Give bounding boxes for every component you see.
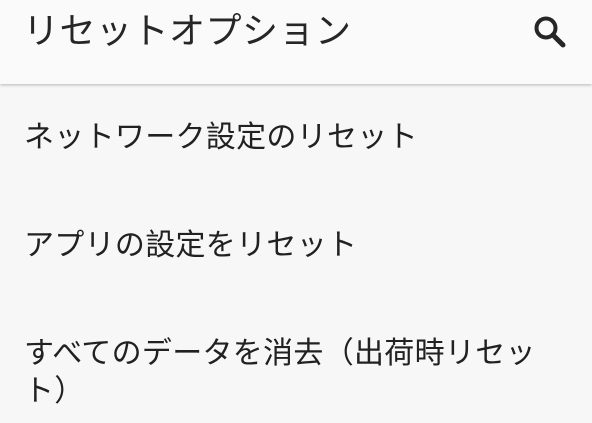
list-item-factory-reset[interactable]: すべてのデータを消去（出荷時リセット） [0,300,592,423]
list-item-label: すべてのデータを消去（出荷時リセット） [24,336,536,409]
app-bar: リセットオプション [0,0,592,84]
page-title: リセットオプション [23,11,352,52]
list-item-reset-network[interactable]: ネットワーク設定のリセット [0,84,592,192]
search-button[interactable] [524,6,576,58]
list-item-label: ネットワーク設定のリセット [24,120,418,155]
reset-options-screen: リセットオプション ネットワーク設定のリセット アプリの設定をリセット すべての… [0,0,592,423]
list-item-label: アプリの設定をリセット [24,228,358,263]
search-icon [534,16,566,48]
list-item-reset-app-preferences[interactable]: アプリの設定をリセット [0,192,592,300]
